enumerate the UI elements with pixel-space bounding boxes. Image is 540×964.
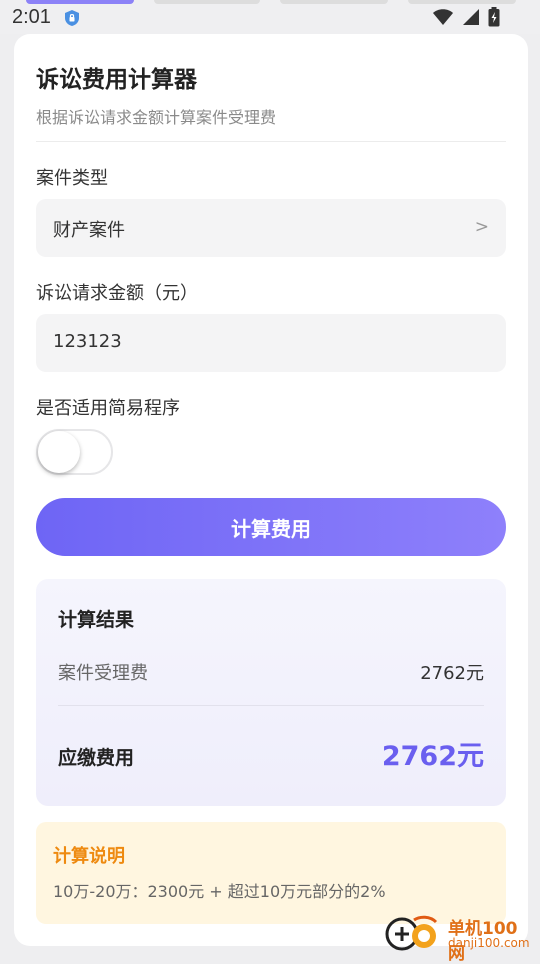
amount-input[interactable]: 123123 bbox=[36, 314, 506, 372]
calculation-note: 计算说明 10万-20万：2300元 + 超过10万元部分的2% bbox=[36, 822, 506, 924]
watermark-icon bbox=[384, 912, 446, 956]
vpn-shield-icon bbox=[64, 9, 80, 27]
result-divider bbox=[58, 705, 484, 706]
simple-procedure-toggle[interactable] bbox=[36, 429, 113, 475]
case-type-value: 财产案件 bbox=[53, 216, 125, 242]
calculator-card: 诉讼费用计算器 根据诉讼请求金额计算案件受理费 案件类型 财产案件 > 诉讼请求… bbox=[14, 34, 528, 946]
case-type-select[interactable]: 财产案件 > bbox=[36, 199, 506, 257]
amount-value: 123123 bbox=[53, 331, 122, 352]
battery-charging-icon bbox=[488, 7, 500, 27]
note-text: 10万-20万：2300元 + 超过10万元部分的2% bbox=[53, 878, 386, 902]
top-tab-hint bbox=[408, 0, 516, 4]
result-title: 计算结果 bbox=[58, 605, 134, 632]
status-time: 2:01 bbox=[12, 6, 51, 29]
page-title: 诉讼费用计算器 bbox=[36, 60, 197, 94]
status-bar: 2:01 bbox=[0, 0, 540, 34]
total-fee-label: 应缴费用 bbox=[58, 743, 134, 770]
divider bbox=[36, 141, 506, 142]
note-title: 计算说明 bbox=[53, 842, 125, 868]
total-fee-value: 2762元 bbox=[382, 734, 484, 773]
case-fee-value: 2762元 bbox=[420, 659, 484, 685]
case-fee-label: 案件受理费 bbox=[58, 659, 148, 685]
top-tab-hint bbox=[280, 0, 388, 4]
cellular-signal-icon bbox=[462, 8, 480, 26]
top-tab-hint bbox=[154, 0, 260, 4]
toggle-knob bbox=[38, 431, 80, 473]
wifi-icon bbox=[432, 8, 454, 26]
watermark-url: danji100.com bbox=[448, 936, 530, 950]
amount-label: 诉讼请求金额（元） bbox=[36, 279, 198, 305]
chevron-right-icon: > bbox=[475, 217, 489, 237]
case-type-label: 案件类型 bbox=[36, 164, 108, 190]
top-tab-indicator bbox=[26, 0, 134, 4]
simple-procedure-label: 是否适用简易程序 bbox=[36, 394, 180, 420]
calculate-button[interactable]: 计算费用 bbox=[36, 498, 506, 556]
watermark-logo: 单机100网 danji100.com bbox=[384, 912, 534, 956]
result-panel: 计算结果 案件受理费 2762元 应缴费用 2762元 bbox=[36, 579, 506, 806]
page-subtitle: 根据诉讼请求金额计算案件受理费 bbox=[36, 104, 276, 128]
